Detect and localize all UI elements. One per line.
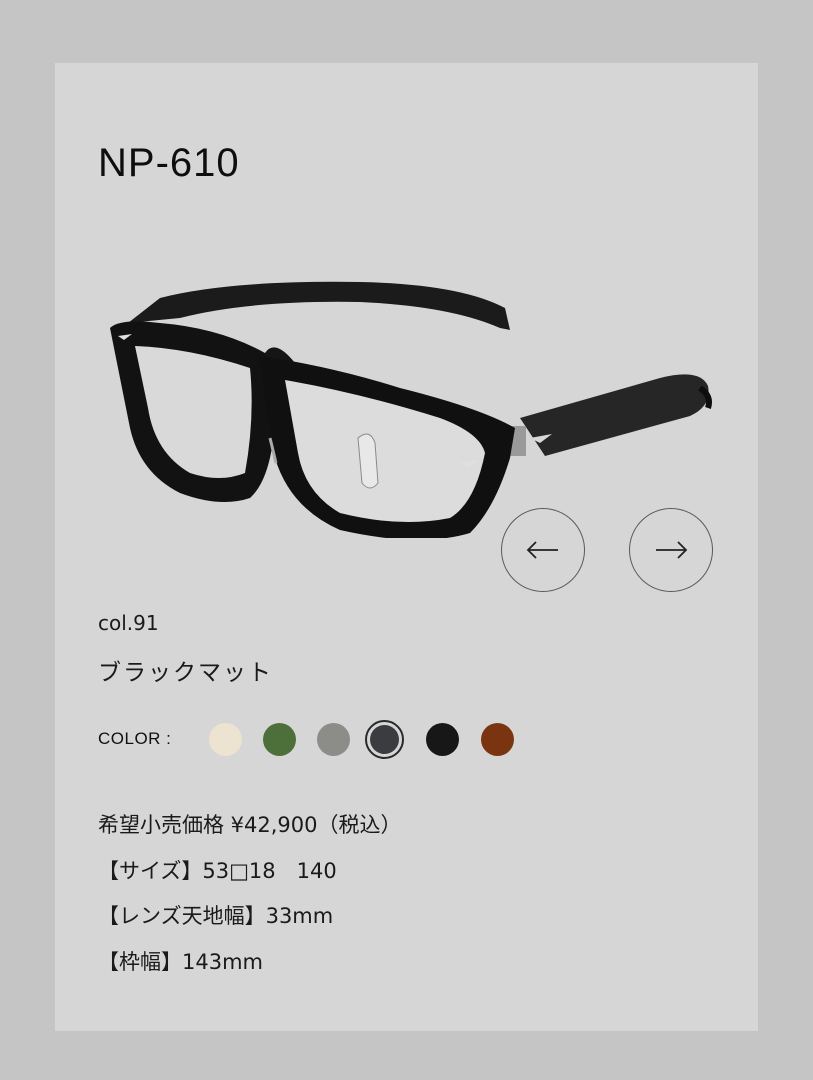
color-swatch-dark-gray[interactable]	[365, 720, 404, 759]
retail-price: 希望小売価格 ¥42,900（税込）	[98, 813, 402, 837]
color-label: COLOR :	[98, 729, 172, 748]
color-code: col.91	[98, 611, 159, 635]
color-swatch-brown[interactable]	[481, 723, 514, 756]
color-name: ブラックマット	[98, 660, 273, 686]
product-specs: 希望小売価格 ¥42,900（税込） 【サイズ】53□18 140 【レンズ天地…	[98, 803, 402, 985]
color-selector: COLOR :	[98, 719, 738, 759]
color-swatch-gray[interactable]	[317, 723, 350, 756]
frame-width: 【枠幅】143mm	[98, 949, 263, 974]
color-swatch-green[interactable]	[263, 723, 296, 756]
glasses-image	[110, 281, 712, 538]
color-swatch-black[interactable]	[426, 723, 459, 756]
lens-height: 【レンズ天地幅】33mm	[98, 904, 334, 928]
product-card: NP-610 col.91 ブラックマット COLOR: 希望小売価格 ¥42…	[55, 63, 758, 1031]
frame-size: 【サイズ】53□18 140	[98, 858, 337, 883]
color-swatch-ivory[interactable]	[209, 723, 242, 756]
next-color-button[interactable]	[629, 508, 713, 592]
previous-color-button[interactable]	[501, 508, 585, 592]
arrow-left-icon	[526, 541, 558, 559]
product-title: NP-610	[98, 141, 240, 185]
arrow-right-icon	[656, 541, 688, 559]
